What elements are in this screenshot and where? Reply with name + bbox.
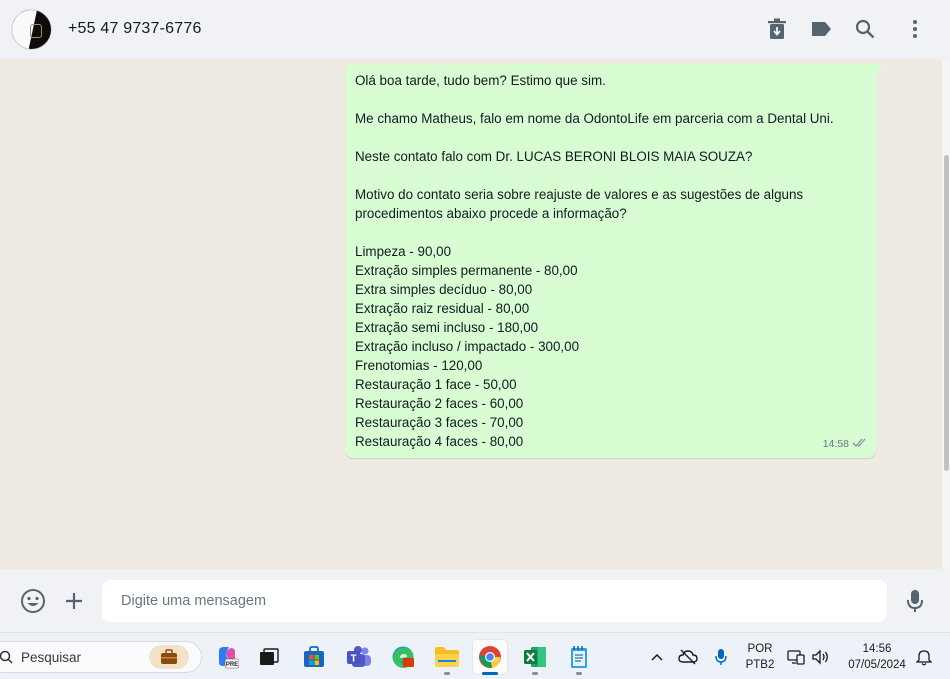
svg-text:PRE: PRE (226, 662, 238, 668)
emoji-icon[interactable] (20, 588, 46, 614)
double-check-icon (852, 435, 868, 453)
excel-running-indicator (532, 672, 538, 675)
message-line: Restauração 1 face - 50,00 (355, 377, 517, 392)
file-explorer-app[interactable] (430, 640, 464, 675)
microsoft-store-app[interactable] (297, 640, 331, 674)
message-line: Olá boa tarde, tudo bem? Estimo que sim. (355, 73, 606, 88)
microphone-icon[interactable] (902, 588, 928, 614)
briefcase-icon (149, 645, 189, 669)
notepad-running-indicator (576, 672, 582, 675)
edge-app[interactable] (386, 640, 420, 674)
label-icon[interactable] (809, 17, 833, 41)
network-icon[interactable] (786, 647, 806, 667)
message-line: Extração semi incluso - 180,00 (355, 320, 539, 335)
task-view-app[interactable] (252, 640, 286, 674)
chat-scrollbar[interactable] (942, 59, 950, 569)
message-line: Neste contato falo com Dr. LUCAS BERONI … (355, 149, 753, 164)
chat-header: +55 47 9737-6776 (0, 0, 950, 59)
search-icon[interactable] (853, 17, 877, 41)
outgoing-message[interactable]: Olá boa tarde, tudo bem? Estimo que sim.… (345, 64, 876, 458)
archive-icon[interactable] (765, 17, 789, 41)
contact-avatar[interactable] (11, 9, 52, 50)
message-line: procedimentos abaixo procede a informaçã… (355, 206, 627, 221)
microphone-tray-icon[interactable] (711, 647, 731, 667)
notepad-app[interactable] (562, 640, 596, 675)
message-line: Extração incluso / impactado - 300,00 (355, 339, 580, 354)
clock-date: 07/05/2024 (848, 659, 906, 671)
search-icon (0, 650, 13, 669)
teams-app[interactable]: T (342, 640, 376, 674)
excel-app[interactable] (518, 640, 552, 675)
clock-time: 14:56 (862, 643, 892, 655)
chrome-active-indicator (482, 672, 498, 675)
chevron-up-icon[interactable] (647, 647, 667, 667)
file-explorer-running-indicator (444, 672, 450, 675)
message-line: Extra simples decíduo - 80,00 (355, 282, 533, 297)
message-line: Motivo do contato seria sobre reajuste d… (355, 187, 804, 202)
message-line: Extração simples permanente - 80,00 (355, 263, 578, 278)
plus-icon[interactable] (61, 588, 87, 614)
message-line: Restauração 3 faces - 70,00 (355, 415, 524, 430)
taskbar-clock[interactable]: 14:56 07/05/2024 (842, 641, 912, 673)
taskbar-search[interactable]: Pesquisar (0, 641, 202, 673)
language-code: POR (747, 643, 773, 655)
bubble-tail (876, 64, 884, 74)
taskbar-search-text: Pesquisar (21, 650, 82, 665)
svg-text:T: T (350, 654, 356, 665)
message-line: Me chamo Matheus, falo em nome da Odonto… (355, 111, 834, 126)
volume-icon[interactable] (811, 647, 831, 667)
keyboard-layout: PTB2 (745, 659, 775, 671)
menu-icon[interactable] (903, 17, 927, 41)
chrome-app[interactable] (473, 640, 507, 675)
language-indicator[interactable]: POR PTB2 (742, 641, 778, 673)
message-line: Limpeza - 90,00 (355, 244, 452, 259)
contact-name[interactable]: +55 47 9737-6776 (68, 20, 202, 38)
message-text: Olá boa tarde, tudo bem? Estimo que sim.… (355, 71, 867, 451)
message-input-box[interactable] (102, 580, 887, 622)
onedrive-offline-icon[interactable] (678, 647, 698, 667)
windows-taskbar: Pesquisar PRE T POR PTB2 14:56 07/05/202… (0, 632, 950, 679)
scroll-thumb[interactable] (944, 155, 949, 471)
message-line: Frenotomias - 120,00 (355, 358, 483, 373)
message-time: 14:58 (822, 438, 849, 450)
notification-bell-icon[interactable] (914, 647, 934, 667)
message-composer (0, 569, 950, 632)
message-line: Restauração 2 faces - 60,00 (355, 396, 524, 411)
message-line: Restauração 4 faces - 80,00 (355, 434, 524, 449)
message-input[interactable] (119, 592, 887, 610)
message-meta: 14:58 (823, 435, 868, 453)
message-line: Extração raiz residual - 80,00 (355, 301, 530, 316)
copilot-app[interactable]: PRE (210, 640, 244, 674)
